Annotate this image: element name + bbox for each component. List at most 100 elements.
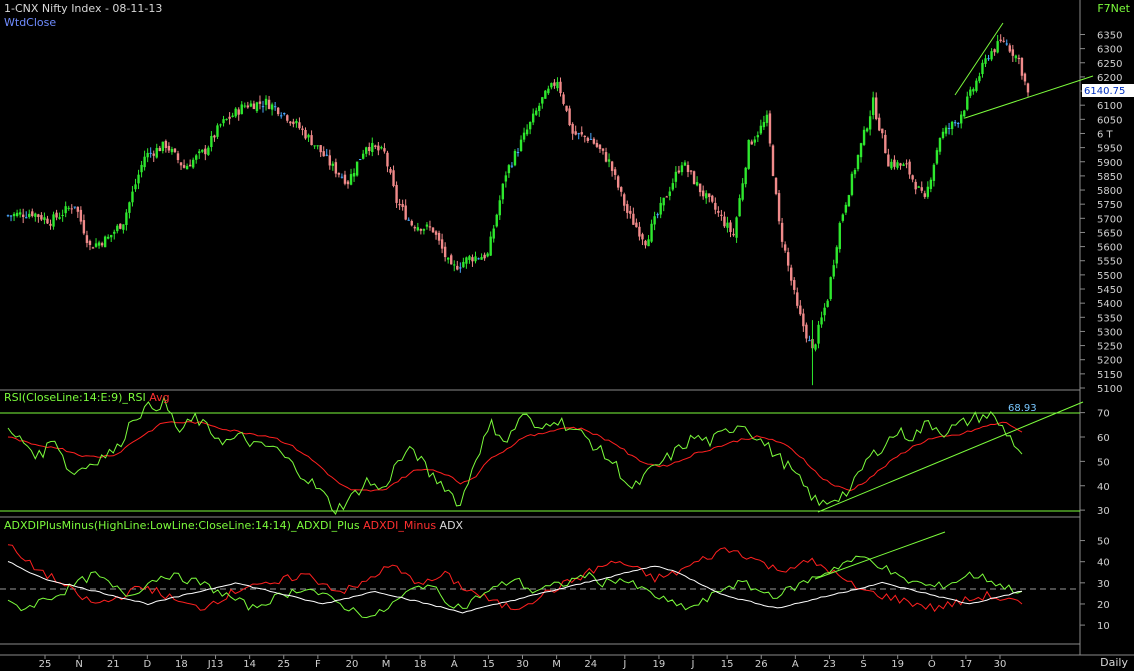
candle-body (237, 109, 240, 115)
candle-body (459, 267, 462, 269)
candle-body (896, 162, 899, 168)
candle-body (571, 123, 574, 134)
price-tick-label: 6 T (1097, 129, 1114, 140)
candle-body (978, 76, 981, 82)
candle-body (304, 129, 307, 139)
timeframe-label: Daily (1100, 656, 1128, 669)
candle-body (483, 254, 486, 259)
candle-body (999, 39, 1002, 41)
time-tick-label: 18 (175, 659, 188, 670)
candle-body (82, 220, 86, 234)
candle-body (905, 163, 908, 165)
candle-body (996, 41, 999, 53)
price-tick-label: 6350 (1097, 30, 1122, 41)
candle-body (337, 172, 341, 175)
candle-body (796, 292, 799, 306)
time-tick-label: J (691, 659, 695, 670)
candle-body (465, 257, 468, 264)
candle-body (283, 113, 286, 115)
price-tick-label: 6200 (1097, 73, 1122, 84)
rsi-tick-label: 60 (1097, 433, 1110, 444)
time-tick-label: D (143, 659, 151, 670)
candle-body (255, 102, 259, 112)
candle-body (689, 170, 693, 172)
candle-body (853, 169, 857, 175)
candle-body (210, 135, 213, 148)
candle-body (289, 121, 292, 124)
candle-body (717, 211, 720, 213)
candle-body (786, 252, 790, 266)
price-tick-label: 5700 (1097, 214, 1122, 225)
chart-background (0, 0, 1134, 671)
candle-body (21, 214, 25, 218)
candle-body (110, 234, 113, 238)
candle-body (662, 197, 665, 206)
candle-body (386, 152, 389, 167)
candle-body (759, 125, 763, 134)
candle-body (471, 257, 474, 262)
candle-body (368, 146, 371, 151)
candle-body (270, 104, 274, 110)
time-tick-label: 19 (653, 659, 666, 670)
candle-body (453, 264, 456, 266)
adx-legend-plus: ADXDIPlusMinus(HighLine:LowLine:CloseLin… (4, 519, 360, 532)
candle-body (826, 300, 829, 307)
candle-body (134, 184, 137, 190)
candle-body (91, 247, 95, 249)
candle-body (677, 170, 681, 173)
candle-body (884, 134, 887, 154)
candle-body (708, 193, 711, 198)
candle-body (164, 140, 168, 148)
candle-body (550, 83, 553, 88)
candle-body (486, 253, 489, 257)
candle-body (298, 122, 301, 129)
candle-body (492, 228, 495, 239)
price-tick-label: 6050 (1097, 115, 1122, 126)
candle-body (49, 223, 52, 226)
candle-body (1008, 45, 1011, 52)
candle-body (528, 121, 532, 130)
candle-body (635, 222, 638, 228)
candle-body (668, 191, 671, 196)
candle-body (276, 107, 280, 115)
candle-body (207, 147, 210, 155)
candle-body (887, 154, 890, 167)
time-tick-label: 18 (414, 659, 427, 670)
time-tick-label: 15 (721, 659, 734, 670)
time-tick-label: 25 (277, 659, 290, 670)
candle-body (1017, 57, 1021, 60)
price-tick-label: 5550 (1097, 257, 1122, 268)
candle-body (252, 103, 256, 110)
candle-body (219, 124, 222, 126)
time-tick-label: 15 (482, 659, 495, 670)
price-tick-label: 5350 (1097, 313, 1122, 324)
adx-tick-label: 10 (1097, 621, 1110, 632)
candle-body (544, 90, 547, 99)
candle-body (371, 143, 374, 152)
candle-body (538, 105, 541, 111)
candle-body (322, 151, 325, 157)
candle-body (43, 217, 46, 221)
rsi-tick-label: 70 (1097, 409, 1110, 420)
stock-chart[interactable]: 63506300625062006150610060506 T595059005… (0, 0, 1134, 671)
candle-body (97, 242, 101, 246)
candle-body (623, 194, 626, 206)
candle-body (777, 193, 781, 222)
rsi-legend: RSI(CloseLine:14:E:9)_RSI Avg (4, 391, 170, 404)
candle-body (604, 152, 608, 162)
candle-body (516, 152, 520, 154)
candle-body (750, 141, 753, 145)
candle-body (941, 131, 945, 138)
candle-body (620, 187, 623, 192)
candle-body (644, 240, 647, 246)
candle-body (176, 153, 180, 161)
time-tick-label: N (75, 659, 82, 670)
price-tick-label: 5750 (1097, 200, 1122, 211)
adx-tick-label: 40 (1097, 558, 1110, 569)
candle-body (170, 148, 174, 153)
candle-body (501, 183, 505, 200)
candle-body (158, 147, 161, 152)
candle-body (131, 191, 134, 203)
candle-body (556, 81, 559, 89)
series-label: WtdClose (4, 16, 57, 29)
